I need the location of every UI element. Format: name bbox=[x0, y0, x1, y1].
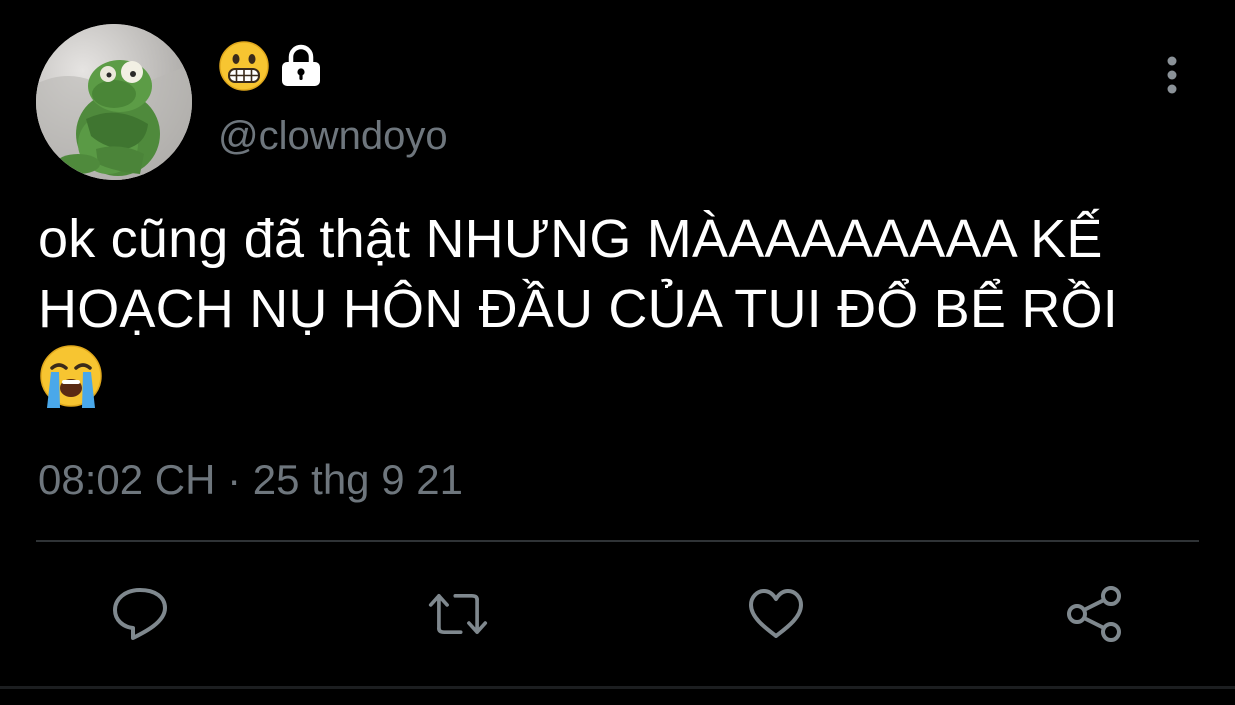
more-options-icon[interactable] bbox=[1150, 52, 1194, 98]
share-button[interactable] bbox=[1064, 584, 1124, 644]
tweet-text-line: ok cũng đã thật NHƯNG MÀAAAAAAAA KẾ bbox=[38, 209, 1103, 269]
avatar[interactable] bbox=[36, 24, 192, 180]
reply-icon bbox=[113, 588, 167, 640]
divider bbox=[36, 540, 1199, 542]
tweet-card: @clowndoyo ok cũng đã thật NHƯNG MÀAAAAA… bbox=[0, 0, 1235, 705]
bottom-divider bbox=[0, 686, 1235, 689]
reply-button[interactable] bbox=[110, 584, 170, 644]
kermit-avatar-icon bbox=[36, 24, 192, 180]
grimacing-face-emoji-icon bbox=[218, 40, 270, 92]
display-name-row[interactable] bbox=[218, 40, 322, 92]
like-icon bbox=[749, 589, 803, 638]
retweet-button[interactable] bbox=[428, 584, 488, 644]
tweet-text: ok cũng đã thật NHƯNG MÀAAAAAAAA KẾ HOẠC… bbox=[38, 204, 1208, 344]
like-button[interactable] bbox=[746, 584, 806, 644]
tweet-text-line: HOẠCH NỤ HÔN ĐẦU CỦA TUI ĐỔ BỂ RỒI bbox=[38, 279, 1118, 339]
retweet-icon bbox=[428, 594, 488, 635]
loudly-crying-face-emoji-icon bbox=[38, 344, 104, 410]
lock-icon bbox=[280, 44, 322, 88]
tweet-timestamp[interactable]: 08:02 CH · 25 thg 9 21 bbox=[38, 452, 463, 508]
share-icon bbox=[1067, 586, 1121, 642]
user-handle[interactable]: @clowndoyo bbox=[218, 110, 448, 162]
